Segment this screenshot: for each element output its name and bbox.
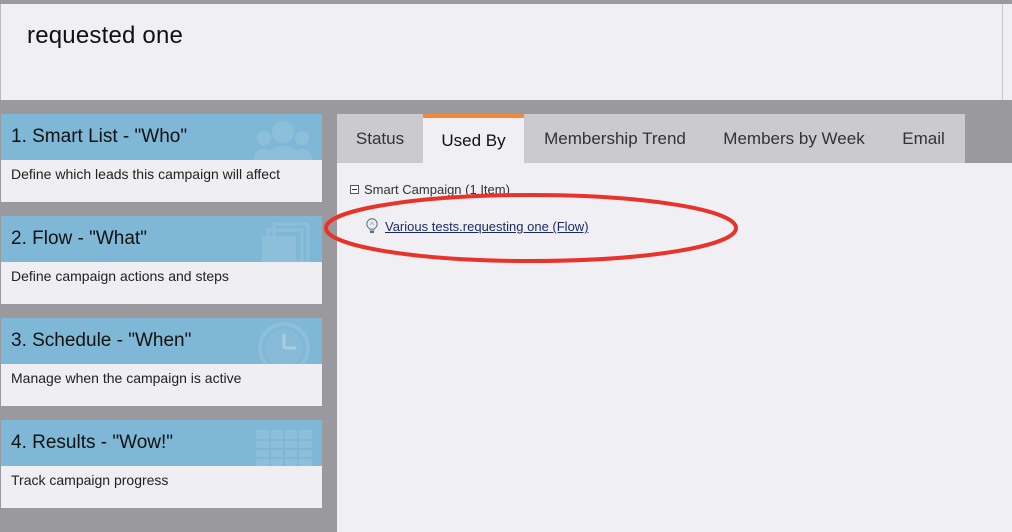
clock-icon: [258, 322, 310, 364]
step-flow[interactable]: 2. Flow - "What" Define campaign actions…: [1, 216, 322, 304]
page-header: requested one: [0, 4, 1012, 100]
page-title: requested one: [27, 22, 184, 49]
main-panel: Status Used By Membership Trend Members …: [337, 114, 1012, 532]
tree-group-smart-campaign[interactable]: Smart Campaign (1 Item): [350, 182, 510, 197]
step-description: Define which leads this campaign will af…: [11, 166, 280, 182]
tab-used-by[interactable]: Used By: [423, 114, 524, 164]
collapse-icon[interactable]: [350, 185, 359, 194]
tab-members-by-week[interactable]: Members by Week: [706, 114, 882, 163]
step-schedule[interactable]: 3. Schedule - "When" Manage when the cam…: [1, 318, 322, 406]
step-title: 2. Flow - "What": [11, 228, 147, 249]
step-header: 3. Schedule - "When": [1, 318, 322, 364]
stacked-pages-icon: [262, 222, 310, 262]
lightbulb-icon: [366, 218, 378, 233]
step-description: Manage when the campaign is active: [11, 370, 242, 386]
tab-email[interactable]: Email: [882, 114, 965, 163]
step-smart-list[interactable]: 1. Smart List - "Who" Define which leads…: [1, 114, 322, 202]
people-icon: [254, 121, 312, 160]
tab-status[interactable]: Status: [337, 114, 423, 163]
step-header: 2. Flow - "What": [1, 216, 322, 262]
used-by-link[interactable]: Various tests.requesting one (Flow): [385, 219, 589, 234]
tree-group-label: Smart Campaign (1 Item): [364, 182, 510, 197]
step-title: 3. Schedule - "When": [11, 330, 192, 351]
step-description: Track campaign progress: [11, 472, 169, 488]
step-title: 4. Results - "Wow!": [11, 432, 174, 453]
tab-bar: Status Used By Membership Trend Members …: [337, 114, 965, 164]
step-description: Define campaign actions and steps: [11, 268, 229, 284]
step-header: 4. Results - "Wow!": [1, 420, 322, 466]
table-grid-icon: [256, 430, 312, 466]
tab-membership-trend[interactable]: Membership Trend: [524, 114, 706, 163]
step-title: 1. Smart List - "Who": [11, 126, 188, 147]
tree-item[interactable]: Various tests.requesting one (Flow): [365, 218, 589, 235]
header-edge: [1002, 4, 1012, 100]
step-results[interactable]: 4. Results - "Wow!" Track campaign progr…: [1, 420, 322, 508]
step-header: 1. Smart List - "Who": [1, 114, 322, 160]
